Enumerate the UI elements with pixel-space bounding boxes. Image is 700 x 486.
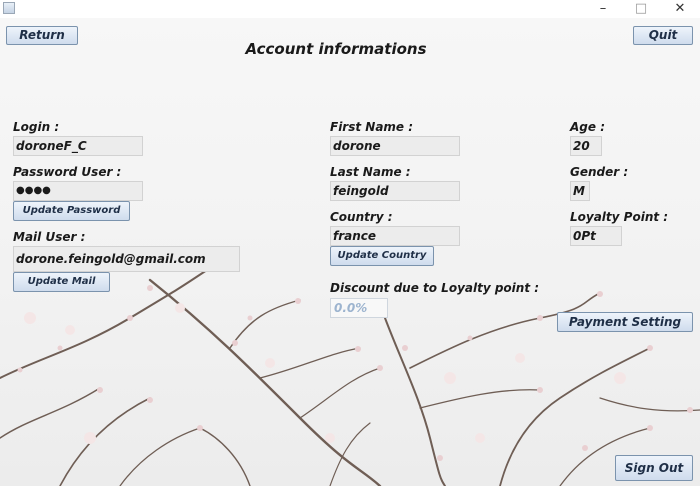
gender-label: Gender : [570,165,629,179]
java-app-icon [3,2,15,14]
sign-out-button[interactable]: Sign Out [615,455,693,481]
last-name-field: feingold [330,181,460,201]
loyalty-point-label: Loyalty Point : [570,210,669,224]
discount-label: Discount due to Loyalty point : [330,281,540,295]
update-mail-button[interactable]: Update Mail [13,272,110,292]
page-title: Account informations [245,40,427,58]
window-titlebar: – □ ✕ [0,0,700,18]
gender-field: M [570,181,590,201]
first-name-label: First Name : [330,120,414,134]
first-name-field: dorone [330,136,460,156]
close-button[interactable]: ✕ [662,0,698,18]
password-field[interactable]: ●●●● [13,181,143,201]
discount-field: 0.0% [330,298,388,318]
age-label: Age : [570,120,605,134]
mail-field: dorone.feingold@gmail.com [13,246,240,272]
login-field: doroneF_C [13,136,143,156]
country-field: france [330,226,460,246]
maximize-button[interactable]: □ [623,0,659,18]
loyalty-point-field: 0Pt [570,226,622,246]
update-password-button[interactable]: Update Password [13,201,130,221]
login-label: Login : [13,120,60,134]
payment-setting-button[interactable]: Payment Setting [557,312,693,332]
update-country-button[interactable]: Update Country [330,246,434,266]
country-label: Country : [330,210,393,224]
minimize-button[interactable]: – [585,0,621,18]
account-panel: Return Quit Account informations Login :… [0,18,700,486]
password-label: Password User : [13,165,122,179]
age-field: 20 [570,136,602,156]
last-name-label: Last Name : [330,165,411,179]
mail-label: Mail User : [13,230,86,244]
